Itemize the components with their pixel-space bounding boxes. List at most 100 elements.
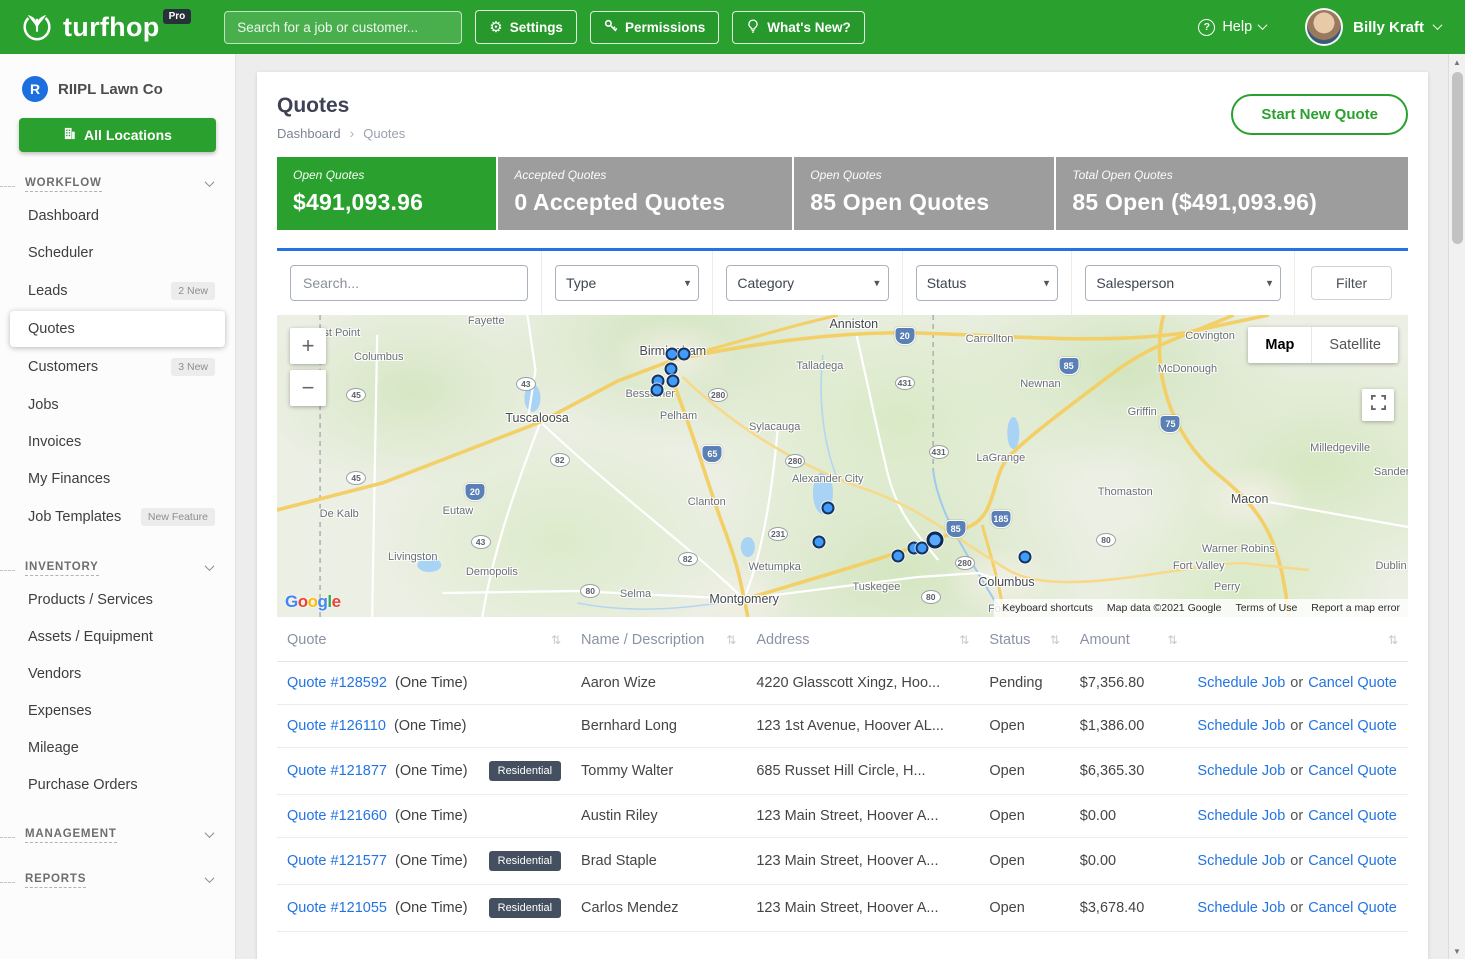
scroll-down-button[interactable]: ▼	[1449, 943, 1465, 959]
table-row[interactable]: Quote #121577 (One Time) Residential Bra…	[277, 838, 1408, 885]
status-cell: Open	[979, 705, 1069, 748]
quote-link[interactable]: Quote #121055	[287, 900, 387, 916]
sort-icon[interactable]: ⇅	[551, 633, 561, 647]
table-row[interactable]: Quote #121877 (One Time) Residential Tom…	[277, 748, 1408, 795]
sidebar-item[interactable]: Invoices	[10, 424, 225, 460]
map-marker[interactable]	[927, 531, 944, 548]
zoom-out-button[interactable]: −	[290, 370, 326, 406]
quote-link[interactable]: Quote #128592	[287, 675, 387, 691]
column-header-address[interactable]: Address ⇅	[746, 619, 979, 662]
table-row[interactable]: Quote #128592 (One Time) Aaron Wize 4220…	[277, 662, 1408, 705]
cancel-quote-link[interactable]: Cancel Quote	[1308, 853, 1397, 869]
map-marker[interactable]	[678, 348, 691, 361]
sidebar-item[interactable]: Scheduler	[10, 235, 225, 271]
cancel-quote-link[interactable]: Cancel Quote	[1308, 763, 1397, 779]
sidebar-item[interactable]: Mileage	[10, 730, 225, 766]
section-reports[interactable]: Reports	[0, 868, 235, 893]
quote-link[interactable]: Quote #121577	[287, 853, 387, 869]
brand-logo[interactable]: turfhop Pro	[18, 6, 195, 49]
sidebar-item[interactable]: Dashboard	[10, 198, 225, 234]
stat-total-open-quotes: Total Open Quotes 85 Open ($491,093.96)	[1056, 157, 1408, 230]
schedule-job-link[interactable]: Schedule Job	[1197, 900, 1285, 916]
whats-new-button[interactable]: What's New?	[732, 11, 864, 44]
section-management[interactable]: Management	[0, 823, 235, 848]
company-switcher[interactable]: R RIIPL Lawn Co	[0, 70, 235, 106]
map-marker[interactable]	[812, 536, 825, 549]
schedule-job-link[interactable]: Schedule Job	[1197, 718, 1285, 734]
map-marker[interactable]	[651, 383, 664, 396]
global-search-input[interactable]	[224, 11, 462, 44]
page-scrollbar[interactable]: ▲ ▼	[1448, 54, 1465, 959]
cancel-quote-link[interactable]: Cancel Quote	[1308, 718, 1397, 734]
schedule-job-link[interactable]: Schedule Job	[1197, 853, 1285, 869]
map-marker[interactable]	[821, 502, 834, 515]
column-header-quote[interactable]: Quote ⇅	[277, 619, 571, 662]
google-logo[interactable]: Google	[285, 592, 341, 612]
category-select[interactable]: Category	[726, 265, 888, 301]
section-inventory[interactable]: Inventory	[0, 556, 235, 581]
section-workflow[interactable]: Workflow	[0, 172, 235, 197]
sidebar-item[interactable]: Quotes	[10, 311, 225, 347]
sidebar-item[interactable]: My Finances	[10, 461, 225, 497]
user-menu[interactable]: Billy Kraft	[1305, 8, 1441, 46]
quote-link[interactable]: Quote #121660	[287, 808, 387, 824]
map-marker[interactable]	[891, 549, 904, 562]
cancel-quote-link[interactable]: Cancel Quote	[1308, 900, 1397, 916]
quote-link[interactable]: Quote #126110	[287, 718, 386, 734]
sidebar-item[interactable]: Assets / Equipment	[10, 619, 225, 655]
fullscreen-icon	[1371, 395, 1386, 415]
sort-icon[interactable]: ⇅	[726, 633, 736, 647]
cancel-quote-link[interactable]: Cancel Quote	[1308, 808, 1397, 824]
map-view-button[interactable]: Map	[1248, 327, 1311, 363]
quote-link[interactable]: Quote #121877	[287, 763, 387, 779]
map-marker[interactable]	[664, 362, 677, 375]
fullscreen-button[interactable]	[1362, 389, 1394, 421]
keyboard-shortcuts-link[interactable]: Keyboard shortcuts	[1002, 602, 1092, 614]
sidebar-item[interactable]: Purchase Orders	[10, 767, 225, 803]
all-locations-button[interactable]: All Locations	[19, 118, 216, 152]
filter-button[interactable]: Filter	[1311, 266, 1392, 300]
satellite-view-button[interactable]: Satellite	[1311, 327, 1398, 363]
table-row[interactable]: Quote #126110 (One Time) Bernhard Long 1…	[277, 705, 1408, 748]
table-row[interactable]: Quote #121660 (One Time) Austin Riley 12…	[277, 795, 1408, 838]
type-select[interactable]: Type	[555, 265, 699, 301]
sidebar-item[interactable]: Vendors	[10, 656, 225, 692]
status-select[interactable]: Status	[916, 265, 1059, 301]
start-new-quote-button[interactable]: Start New Quote	[1231, 94, 1408, 135]
sidebar-item[interactable]: Leads 2 New	[10, 272, 225, 310]
sort-icon[interactable]: ⇅	[1050, 633, 1060, 647]
sort-icon[interactable]: ⇅	[959, 633, 969, 647]
map[interactable]: Fayette West Point Columbus Tuscaloosa B…	[277, 315, 1408, 617]
map-marker[interactable]	[1018, 551, 1031, 564]
quotes-search-input[interactable]	[290, 265, 528, 301]
zoom-in-button[interactable]: +	[290, 328, 326, 364]
breadcrumb-dashboard-link[interactable]: Dashboard	[277, 126, 341, 141]
sidebar-item[interactable]: Job Templates New Feature	[10, 498, 225, 536]
sort-icon[interactable]: ⇅	[1167, 633, 1177, 647]
report-map-error-link[interactable]: Report a map error	[1311, 602, 1400, 614]
column-header-actions[interactable]: ⇅	[1187, 619, 1408, 662]
settings-button[interactable]: ⚙ Settings	[475, 10, 577, 44]
sidebar-item[interactable]: Expenses	[10, 693, 225, 729]
scrollbar-thumb[interactable]	[1452, 72, 1463, 244]
column-header-amount[interactable]: Amount ⇅	[1070, 619, 1188, 662]
column-header-status[interactable]: Status ⇅	[979, 619, 1069, 662]
map-marker[interactable]	[915, 542, 928, 555]
scroll-up-button[interactable]: ▲	[1449, 54, 1465, 70]
schedule-job-link[interactable]: Schedule Job	[1197, 808, 1285, 824]
help-menu[interactable]: ? Help	[1198, 19, 1266, 36]
sidebar-item[interactable]: Customers 3 New	[10, 348, 225, 386]
sidebar-item[interactable]: Jobs	[10, 387, 225, 423]
table-row[interactable]: Quote #121055 (One Time) Residential Car…	[277, 885, 1408, 932]
map-marker[interactable]	[665, 348, 678, 361]
sidebar-item[interactable]: Products / Services	[10, 582, 225, 618]
salesperson-select[interactable]: Salesperson	[1085, 265, 1281, 301]
column-header-name[interactable]: Name / Description ⇅	[571, 619, 746, 662]
schedule-job-link[interactable]: Schedule Job	[1197, 675, 1285, 691]
cancel-quote-link[interactable]: Cancel Quote	[1308, 675, 1397, 691]
schedule-job-link[interactable]: Schedule Job	[1197, 763, 1285, 779]
terms-of-use-link[interactable]: Terms of Use	[1235, 602, 1297, 614]
map-marker[interactable]	[666, 374, 679, 387]
sort-icon[interactable]: ⇅	[1388, 633, 1398, 647]
permissions-button[interactable]: Permissions	[590, 11, 719, 44]
